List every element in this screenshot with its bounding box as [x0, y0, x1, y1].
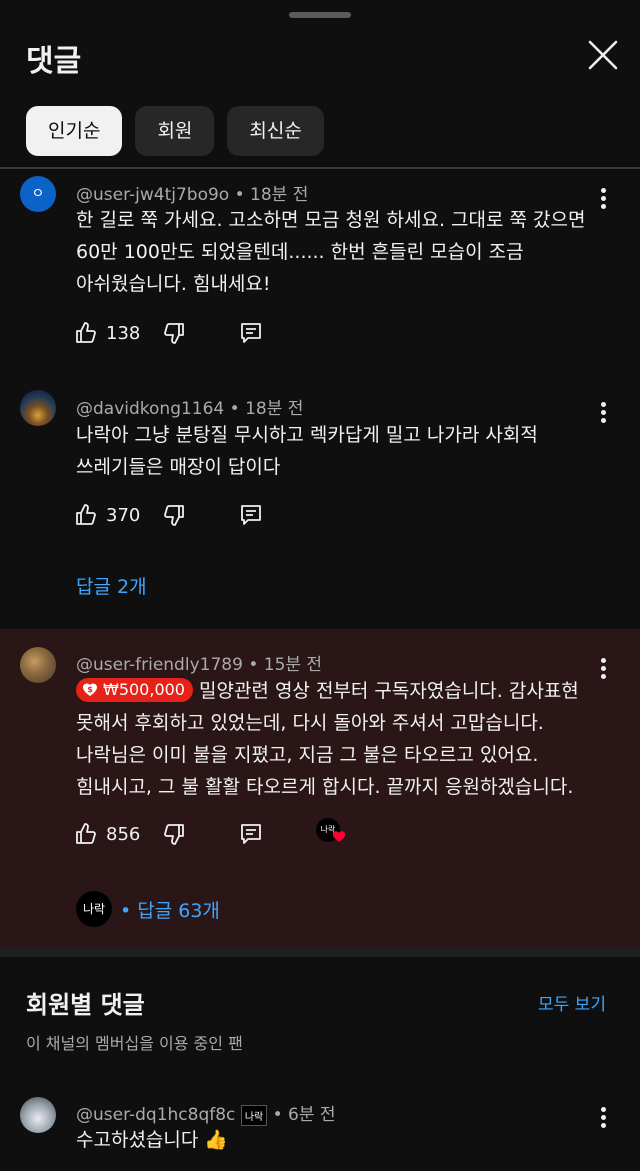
comment-meta: @davidkong1164 • 18분 전	[76, 394, 303, 419]
comment-text: 나락아 그냥 분탕질 무시하고 렉카답게 밀고 나가라 사회적 쓰레기들은 매장…	[76, 419, 606, 483]
reply-button[interactable]	[240, 503, 262, 527]
comment-line: 아쉬웠습니다. 힘내세요!	[76, 273, 271, 295]
separator: •	[229, 399, 240, 419]
reply-button[interactable]	[240, 321, 262, 345]
avatar[interactable]	[20, 390, 56, 426]
author-name[interactable]: @user-friendly1789	[76, 655, 243, 675]
creator-heart: 나락	[316, 818, 346, 848]
separator: •	[248, 655, 259, 675]
like-button[interactable]: 138	[74, 321, 140, 345]
dislike-button[interactable]	[162, 822, 186, 846]
thumbs-up-icon	[76, 504, 96, 525]
reply-comment-icon	[241, 505, 261, 525]
like-button[interactable]: 856	[74, 822, 140, 846]
tab-popular[interactable]: 인기순	[26, 106, 123, 156]
divider	[0, 167, 640, 169]
reply-comment-icon	[241, 824, 261, 844]
comment-time: 18분 전	[245, 399, 304, 419]
see-all-button[interactable]: 모두 보기	[538, 990, 606, 1015]
comment-actions: 138	[74, 321, 474, 351]
creator-heart-avatar: 나락	[316, 818, 346, 848]
comment-actions: 856 나락	[74, 818, 474, 852]
view-replies-link[interactable]: • 답글 63개	[120, 896, 220, 923]
svg-text:$: $	[87, 685, 93, 694]
super-thanks-comment: @user-friendly1789 • 15분 전 $ ₩500,000 밀양…	[0, 629, 640, 947]
thumbs-up-icon	[76, 823, 96, 844]
author-name[interactable]: @davidkong1164	[76, 399, 224, 419]
tab-members[interactable]: 회원	[135, 106, 215, 156]
super-thanks-amount: ₩500,000	[103, 679, 185, 699]
member-badge: 나락	[240, 1104, 268, 1126]
creator-reply-row[interactable]: 나락 • 답글 63개	[76, 891, 220, 927]
comment-line: 한 길로 쭉 가세요. 고소하면 모금 청원 하세요. 그대로 쭉 갔으면	[76, 209, 586, 231]
comment-meta: @user-friendly1789 • 15분 전	[76, 650, 322, 675]
avatar[interactable]	[20, 1097, 56, 1133]
author-name[interactable]: @user-dq1hc8qf8c	[76, 1105, 235, 1125]
section-divider	[0, 947, 640, 957]
like-count: 370	[106, 504, 141, 526]
comment-line: 힘내시고, 그 불 활활 타오르게 합시다. 끝까지 응원하겠습니다.	[76, 776, 574, 798]
comment-time: • 6분 전	[272, 1105, 336, 1125]
comment-line: $ ₩500,000 밀양관련 영상 전부터 구독자였습니다. 감사표현	[76, 675, 616, 707]
comment-actions: 370	[74, 503, 474, 533]
reply-comment-icon	[241, 323, 261, 343]
comment-first-line: 밀양관련 영상 전부터 구독자였습니다. 감사표현	[198, 680, 579, 702]
creator-avatar: 나락	[76, 891, 112, 927]
super-thanks-icon: $	[83, 683, 97, 696]
comment-line: 수고하셨습니다	[76, 1129, 199, 1151]
comment-line: 쓰레기들은 매장이 답이다	[76, 456, 281, 478]
thumbs-down-icon	[164, 824, 184, 845]
thumbs-up-emoji: 👍	[204, 1129, 229, 1151]
comment-meta: @user-jw4tj7bo9o • 18분 전	[76, 180, 308, 205]
thumbs-down-icon	[164, 323, 184, 344]
comment-text: $ ₩500,000 밀양관련 영상 전부터 구독자였습니다. 감사표현 못해서…	[76, 675, 616, 803]
like-count: 138	[106, 322, 141, 344]
comment-time: 15분 전	[263, 655, 323, 675]
super-thanks-badge: $ ₩500,000	[76, 677, 193, 702]
avatar[interactable]: ㅇ	[20, 176, 56, 212]
members-section-title: 회원별 댓글	[26, 991, 145, 1019]
avatar-letter: ㅇ	[31, 186, 45, 202]
thumbs-up-icon	[76, 322, 96, 343]
close-icon[interactable]	[586, 38, 620, 72]
dislike-button[interactable]	[162, 503, 186, 527]
comment-text: 한 길로 쭉 가세요. 고소하면 모금 청원 하세요. 그대로 쭉 갔으면 60…	[76, 204, 606, 300]
comments-header: 댓글	[0, 30, 640, 90]
comment-line: 나락님은 이미 불을 지폈고, 지금 그 불은 타오르고 있어요.	[76, 744, 539, 766]
comment-meta: @user-dq1hc8qf8c 나락 • 6분 전	[76, 1100, 336, 1126]
thumbs-down-icon	[164, 505, 184, 526]
author-name[interactable]: @user-jw4tj7bo9o	[76, 185, 229, 205]
comment-line: 나락아 그냥 분탕질 무시하고 렉카답게 밀고 나가라 사회적	[76, 424, 538, 446]
separator: •	[234, 185, 245, 205]
comment-text: 수고하셨습니다 👍	[76, 1124, 606, 1156]
drag-handle[interactable]	[289, 12, 351, 18]
avatar[interactable]	[20, 647, 56, 683]
comment-line: 60만 100만도 되었을텐데...... 한번 흔들린 모습이 조금	[76, 241, 524, 263]
sheet-title: 댓글	[26, 44, 82, 79]
like-button[interactable]: 370	[74, 503, 140, 527]
heart-icon	[332, 831, 346, 842]
like-count: 856	[106, 823, 141, 845]
comment-line: 못해서 후회하고 있었는데, 다시 돌아와 주셔서 고맙습니다.	[76, 712, 544, 734]
reply-button[interactable]	[240, 822, 262, 846]
dislike-button[interactable]	[162, 321, 186, 345]
sort-chips: 인기순 회원 최신순	[26, 106, 324, 156]
tab-newest[interactable]: 최신순	[227, 106, 324, 156]
comment-time: 18분 전	[250, 185, 309, 205]
members-section-subtitle: 이 채널의 멤버십을 이용 중인 팬	[26, 1034, 243, 1053]
view-replies-link[interactable]: 답글 2개	[76, 572, 147, 599]
